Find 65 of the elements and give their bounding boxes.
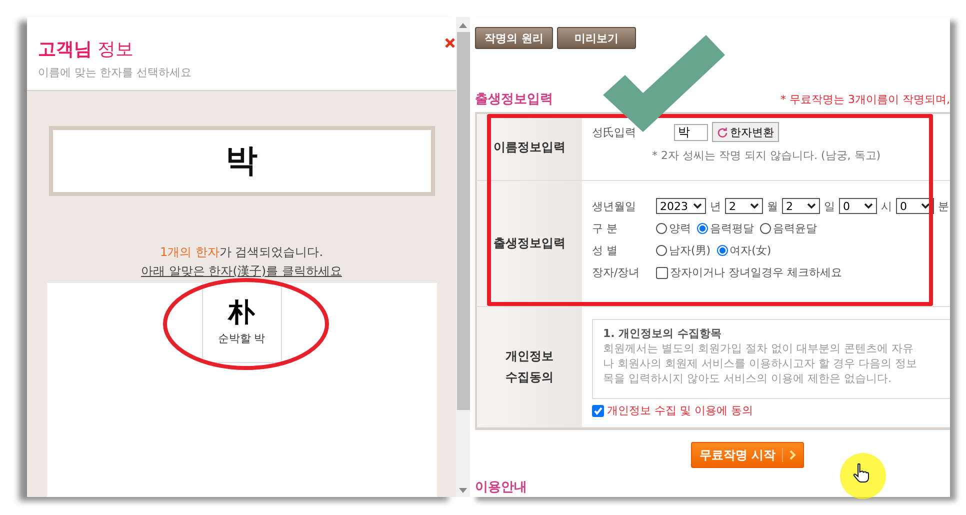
chevron-down-icon <box>693 203 702 209</box>
hand-cursor-icon <box>853 463 869 483</box>
field-label: 장자/장녀 <box>592 265 641 280</box>
surname-input[interactable]: 박 <box>674 124 708 140</box>
row-header: 개인정보 수집동의 <box>477 307 582 427</box>
chevron-down-icon <box>807 203 816 209</box>
unit-label: 시 <box>881 198 892 214</box>
convert-button[interactable]: 한자변환 <box>712 122 779 142</box>
unit-label: 년 <box>710 198 721 214</box>
instruction-link[interactable]: 아래 알맞은 한자(漢子)를 클릭하세요 <box>141 264 342 278</box>
dropdown[interactable]: 2 <box>782 198 820 214</box>
chevron-down-icon <box>921 203 930 209</box>
toolbar-button[interactable]: 미리보기 <box>557 27 636 49</box>
surname-display: 박 <box>48 126 434 196</box>
policy-text: 목을 입력하시지 않아도 서비스의 이용에 제한은 없습니다. <box>603 371 892 386</box>
scroll-thumb[interactable] <box>456 32 470 410</box>
dropdown[interactable]: 0 <box>839 198 877 214</box>
field-label: 성氏입력 <box>592 124 637 140</box>
field-label: 생년월일 <box>592 198 637 214</box>
row-header: 출생정보입력 <box>477 181 582 306</box>
radio-button[interactable] <box>656 245 667 256</box>
refresh-icon <box>717 126 728 138</box>
option-label: 음력평달 <box>710 221 754 236</box>
dropdown[interactable]: 0 <box>896 198 934 214</box>
option-label: 양력 <box>669 221 691 236</box>
close-icon[interactable] <box>445 38 455 48</box>
dropdown[interactable]: 2023 <box>656 198 706 214</box>
unit-label: 월 <box>767 198 778 214</box>
radio-button[interactable] <box>760 223 771 234</box>
option-label: 남자(男) <box>669 243 711 258</box>
scroll-up-icon[interactable] <box>459 23 467 28</box>
section-title: 이용안내 <box>475 479 528 496</box>
policy-text: 회원께서는 별도의 회원가입 절차 없이 대부분의 콘텐츠에 자유 <box>603 341 914 356</box>
scroll-down-icon[interactable] <box>459 488 467 493</box>
field-label: 성 별 <box>592 243 618 258</box>
cursor-highlight <box>840 453 886 499</box>
unit-label: 일 <box>824 198 835 214</box>
dropdown[interactable]: 2 <box>725 198 763 214</box>
radio-button[interactable] <box>697 223 708 234</box>
section-title: 출생정보입력 <box>475 91 553 108</box>
hanja-card[interactable]: 朴 순박할 박 <box>202 283 282 363</box>
field-label: 구 분 <box>592 221 618 236</box>
scrollbar[interactable] <box>456 17 470 497</box>
result-count: 1개의 한자 <box>160 244 220 261</box>
chevron-down-icon <box>864 203 873 209</box>
radio-button[interactable] <box>656 223 667 234</box>
toolbar-button[interactable]: 작명의 원리 <box>475 27 553 49</box>
option-label: 장자이거나 장녀일경우 체크하세요 <box>670 265 842 280</box>
radio-button[interactable] <box>716 245 728 256</box>
section-note: * 무료작명는 3개이름이 작명되며, <box>780 92 950 106</box>
option-label: 음력윤달 <box>773 221 817 236</box>
unit-label: 분 <box>938 198 949 214</box>
policy-text: 나 회원사의 회원제 서비스를 이용하시고자 할 경우 다음의 정보 <box>603 356 917 371</box>
agree-label: 개인정보 수집 및 이용에 동의 <box>607 403 753 418</box>
chevron-down-icon <box>750 203 759 209</box>
dialog-title: 고객님 정보 <box>38 38 134 61</box>
result-text: 가 검색되었습니다. <box>219 244 324 261</box>
policy-heading: 1. 개인정보의 수집항목 <box>603 326 722 341</box>
row-header: 이름정보입력 <box>477 114 582 180</box>
chevron-right-icon <box>788 450 796 460</box>
checkbox[interactable] <box>592 404 604 416</box>
dialog-subtitle: 이름에 맞는 한자를 선택하세요 <box>38 65 192 80</box>
surname-note: * 2자 성씨는 작명 되지 않습니다. (남궁, 독고) <box>651 148 882 163</box>
checkbox[interactable] <box>656 266 668 278</box>
option-label: 여자(女) <box>730 243 772 258</box>
